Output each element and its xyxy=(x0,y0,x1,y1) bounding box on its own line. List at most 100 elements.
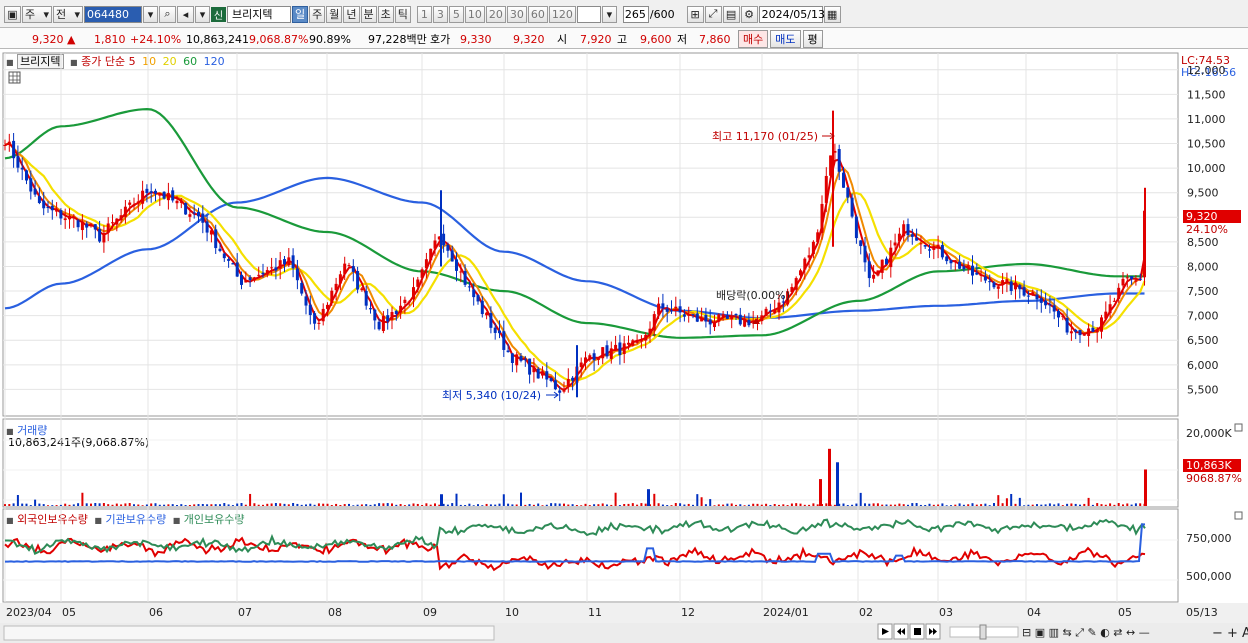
candle-body xyxy=(1091,327,1095,332)
volume-bar xyxy=(348,503,350,506)
candle-body xyxy=(992,282,996,288)
period-minute[interactable]: 분 xyxy=(360,5,377,23)
tick-60[interactable]: 60 xyxy=(527,5,548,23)
volume-bar xyxy=(881,504,884,506)
ma10-line xyxy=(4,142,1146,388)
sell-button[interactable]: 매도 xyxy=(770,30,801,48)
chart-type-icon[interactable]: ⊞ xyxy=(686,5,704,23)
volume-bar xyxy=(176,505,178,506)
period-second[interactable]: 초 xyxy=(377,5,394,23)
volume-bar xyxy=(193,504,196,506)
price-tick: 9,500 xyxy=(1187,187,1219,200)
volume-bar xyxy=(644,503,647,506)
candle-body xyxy=(609,348,613,359)
tick-10[interactable]: 10 xyxy=(464,5,485,23)
candle-body xyxy=(1048,304,1052,306)
candle-body xyxy=(1044,300,1048,306)
grid-toggle-icon[interactable] xyxy=(8,71,21,84)
scroll-track[interactable] xyxy=(3,625,495,641)
candle-body xyxy=(222,253,226,259)
volume-bar xyxy=(670,505,673,506)
layout-icon[interactable]: ▣ xyxy=(4,5,21,23)
volume-bar xyxy=(231,505,234,506)
candle-body xyxy=(188,214,192,217)
volume-bar xyxy=(722,504,725,506)
volume-bar xyxy=(1134,503,1137,506)
zoom-slider-thumb[interactable] xyxy=(979,624,987,640)
candle-body xyxy=(1078,330,1082,336)
holder-panel-close-icon[interactable] xyxy=(1234,511,1243,520)
candle-body xyxy=(1026,295,1030,297)
candle-body xyxy=(1112,300,1116,302)
candle-body xyxy=(854,216,858,239)
high-annotation: 최고 11,170 (01/25) xyxy=(712,130,818,143)
candle-body xyxy=(919,243,923,245)
sound-icon[interactable]: ◂ xyxy=(177,5,194,23)
zoom-controls-icon[interactable]: − + A xyxy=(1212,626,1248,641)
volume-bar xyxy=(593,504,596,506)
volume-bar xyxy=(924,504,927,506)
save-icon[interactable]: ▤ xyxy=(722,5,740,23)
volume-bar xyxy=(580,505,583,506)
volume-bar xyxy=(1091,504,1094,506)
volume-bar xyxy=(980,504,983,506)
tick-20[interactable]: 20 xyxy=(485,5,506,23)
period-week[interactable]: 주 xyxy=(309,5,326,23)
volume-bar xyxy=(111,504,114,506)
market-select[interactable]: 주 ▾ xyxy=(22,5,52,23)
candle-body xyxy=(459,271,463,273)
volume-bar xyxy=(42,504,45,506)
volume-pct: 9,068.87% xyxy=(249,32,309,46)
candle-body xyxy=(915,237,919,241)
stock-code-input[interactable]: 064480 xyxy=(84,5,142,23)
chart-area[interactable]: LC:74.53 HC:-16.56 12,00011,50011,00010,… xyxy=(0,50,1248,643)
volume-bar xyxy=(846,505,849,506)
candle-body xyxy=(644,334,648,341)
period-year[interactable]: 년 xyxy=(343,5,360,23)
settings-gear-icon[interactable]: ⚙ xyxy=(740,5,758,23)
volume-bar xyxy=(765,503,768,506)
price-tick: 11,000 xyxy=(1187,113,1226,126)
x-tick-label: 03 xyxy=(939,606,953,619)
volume-bar xyxy=(421,504,424,506)
buy-button[interactable]: 매수 xyxy=(738,30,769,48)
candle-body xyxy=(416,279,420,287)
tick-30[interactable]: 30 xyxy=(506,5,527,23)
date-input[interactable]: 2024/05/13 xyxy=(758,5,825,23)
tick-custom-dropdown-icon[interactable]: ▾ xyxy=(601,5,617,23)
candle-body xyxy=(480,300,484,315)
volume-panel-close-icon[interactable] xyxy=(1234,423,1243,432)
volume-bar xyxy=(1001,503,1004,506)
volume-bar xyxy=(967,504,970,506)
volume-bar xyxy=(760,504,763,506)
candle-body xyxy=(721,314,725,317)
candle-body xyxy=(351,266,355,272)
candle-body xyxy=(89,224,93,227)
candle-body xyxy=(691,314,695,316)
sound-dropdown-icon[interactable]: ▾ xyxy=(195,5,210,23)
volume-bar xyxy=(133,504,135,506)
candle-body xyxy=(820,203,824,233)
tick-5[interactable]: 5 xyxy=(448,5,464,23)
volume-bar xyxy=(524,504,527,506)
toolbar-icons[interactable]: ⊟ ▣ ▥ ⇆ ⤢ ✎ ◐ ⇄ ↔ — xyxy=(1022,626,1150,639)
calendar-icon[interactable]: ▦ xyxy=(823,5,841,23)
volume-bar xyxy=(403,505,406,506)
tick-custom-input[interactable] xyxy=(576,5,601,23)
volume-bar xyxy=(993,503,995,506)
period-tick[interactable]: 틱 xyxy=(394,5,411,23)
count-input[interactable]: 265 xyxy=(622,5,649,23)
volume-bar xyxy=(726,503,729,506)
period-day[interactable]: 일 xyxy=(292,5,309,23)
draw-tool-icon[interactable]: ⤢ xyxy=(704,5,722,23)
ask-price: 9,330 xyxy=(460,32,492,46)
code-dropdown-icon[interactable]: ▾ xyxy=(143,5,158,23)
tick-120[interactable]: 120 xyxy=(548,5,576,23)
volume-bar xyxy=(124,503,127,506)
eval-button[interactable]: 평 xyxy=(802,30,823,48)
market-select-2[interactable]: 전 ▾ xyxy=(53,5,83,23)
tick-1[interactable]: 1 xyxy=(416,5,432,23)
tick-3[interactable]: 3 xyxy=(432,5,448,23)
period-month[interactable]: 월 xyxy=(326,5,343,23)
search-icon[interactable]: ⌕ xyxy=(159,5,176,23)
